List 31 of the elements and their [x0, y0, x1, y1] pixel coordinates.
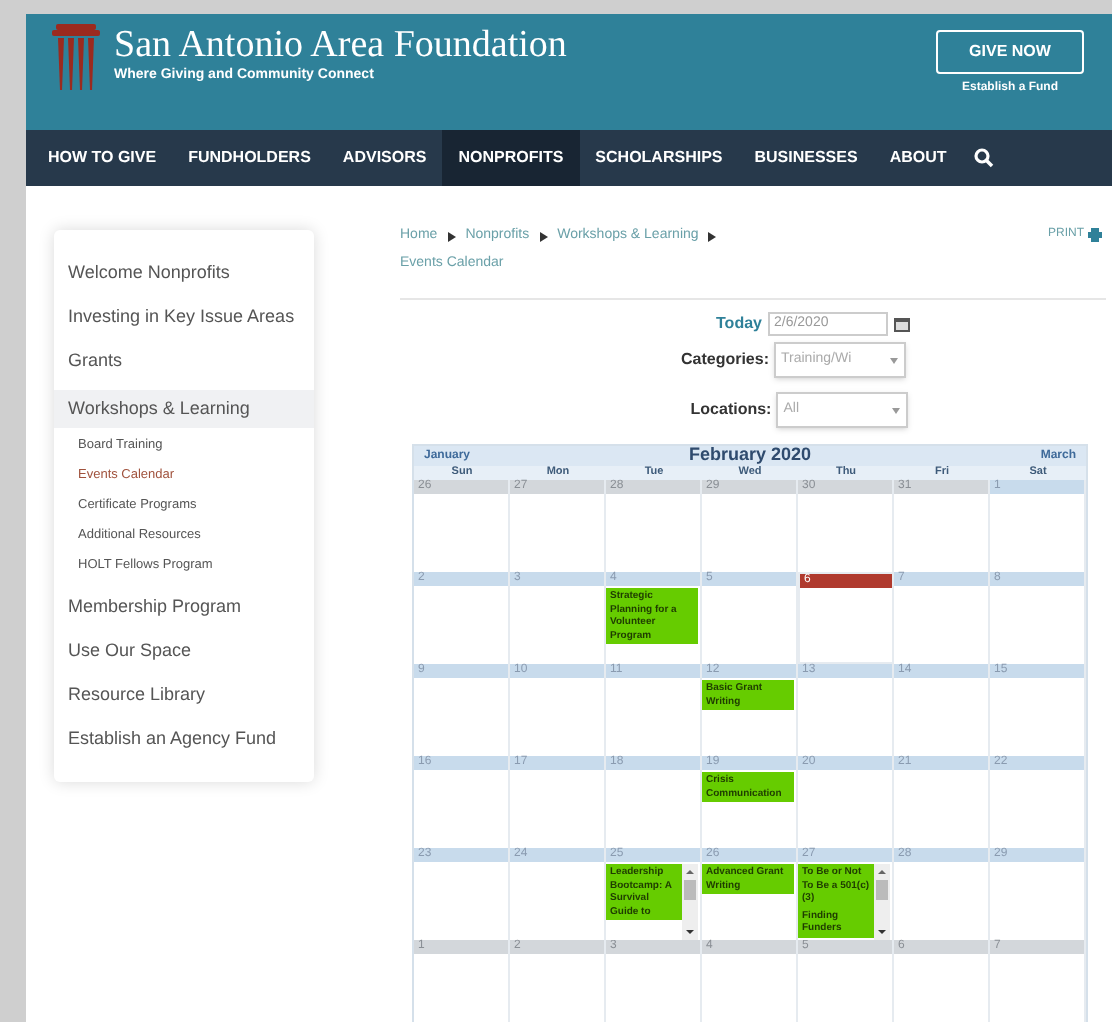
caret-icon	[891, 407, 900, 413]
nav-tab[interactable]: NONPROFITS	[442, 130, 580, 186]
give-now-button[interactable]: GIVE NOW	[936, 30, 1084, 74]
sidebar-item[interactable]: Use Our Space	[54, 636, 314, 666]
today-label: Today	[716, 312, 762, 336]
columns-logo-icon	[50, 24, 102, 92]
sidebar-item[interactable]: Resource Library	[54, 680, 314, 710]
sidebar-item[interactable]: Welcome Nonprofits	[54, 258, 314, 288]
search-icon[interactable]	[974, 148, 995, 168]
nav-tab[interactable]: HOW TO GIVE	[32, 130, 173, 186]
nav-tab[interactable]: BUSINESSES	[738, 130, 874, 186]
scrollbar-drawing[interactable]	[874, 864, 890, 940]
sidebar-item[interactable]: Grants	[54, 346, 314, 376]
categories-label: Categories:	[680, 348, 769, 372]
nav-tab[interactable]: FUNDHOLDERS	[172, 130, 327, 186]
sidebar-item[interactable]: Membership Program	[54, 592, 314, 622]
nav-tab[interactable]: SCHOLARSHIPS	[579, 130, 739, 186]
scrollbar-drawing[interactable]	[682, 864, 698, 940]
chevron-icon	[447, 231, 456, 242]
nav-tab[interactable]: ADVISORS	[326, 130, 443, 186]
sidebar-item[interactable]: Workshops & Learning	[54, 390, 314, 428]
locations-label: Locations:	[690, 398, 772, 422]
calendar-icon[interactable]	[893, 316, 910, 332]
nav-tab[interactable]: ABOUT	[873, 130, 963, 186]
sidebar-item[interactable]: Investing in Key Issue Areas	[54, 302, 314, 332]
printer-icon	[1088, 228, 1102, 242]
chevron-icon	[539, 231, 548, 242]
site-title[interactable]: San Antonio Area Foundation	[114, 24, 567, 66]
caret-icon	[889, 357, 897, 363]
sidebar-item[interactable]: Establish an Agency Fund	[54, 724, 314, 754]
chevron-icon	[708, 231, 717, 242]
